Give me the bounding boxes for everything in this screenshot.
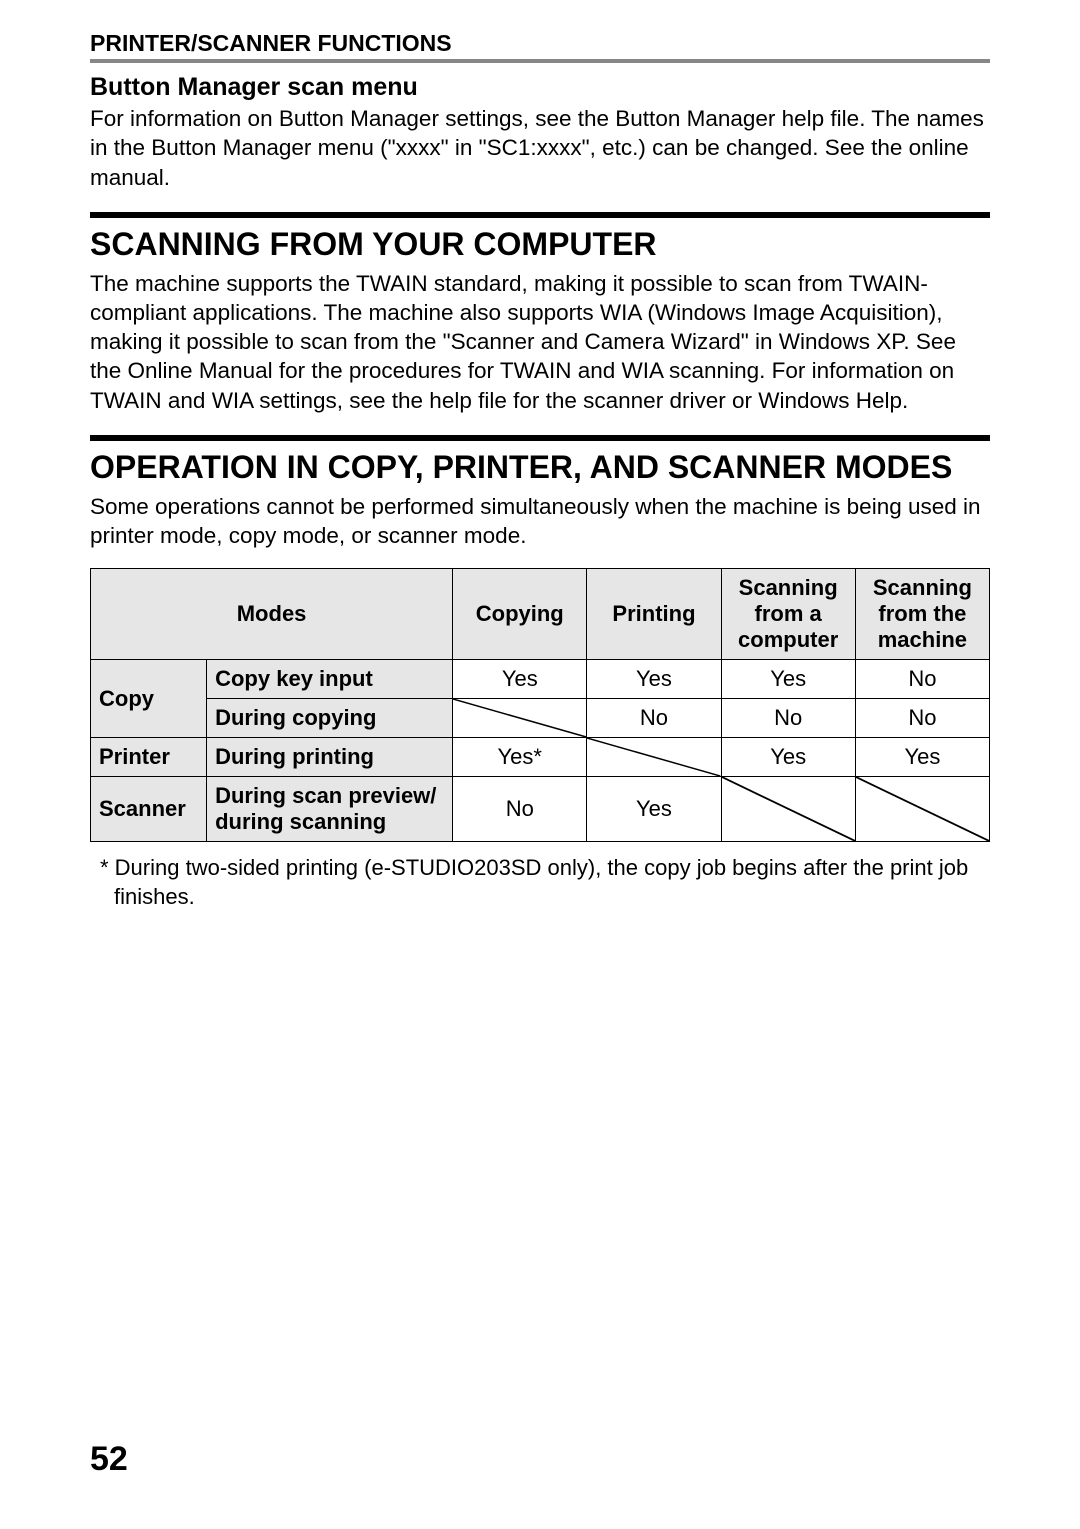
cell-diagonal (587, 738, 721, 777)
cell-value: No (587, 699, 721, 738)
table-header-row: Modes Copying Printing Scanning from a c… (91, 569, 990, 660)
row-group-scanner: Scanner (91, 777, 207, 842)
th-modes: Modes (91, 569, 453, 660)
th-printing: Printing (587, 569, 721, 660)
cell-value: No (721, 699, 855, 738)
page-header: PRINTER/SCANNER FUNCTIONS (90, 30, 990, 63)
row-state: During scan preview/ during scanning (207, 777, 453, 842)
subsection-title-button-manager: Button Manager scan menu (90, 73, 990, 102)
table-row: Scanner During scan preview/ during scan… (91, 777, 990, 842)
page-number: 52 (90, 1440, 128, 1479)
cell-value: Yes* (453, 738, 587, 777)
cell-value: Yes (855, 738, 989, 777)
row-state: During copying (207, 699, 453, 738)
row-state: During printing (207, 738, 453, 777)
modes-table: Modes Copying Printing Scanning from a c… (90, 568, 990, 842)
cell-value: Yes (587, 777, 721, 842)
row-state: Copy key input (207, 660, 453, 699)
cell-value: Yes (721, 660, 855, 699)
heading-scanning-computer: SCANNING FROM YOUR COMPUTER (90, 226, 990, 263)
table-row: Copy Copy key input Yes Yes Yes No (91, 660, 990, 699)
row-group-copy: Copy (91, 660, 207, 738)
cell-value: No (855, 660, 989, 699)
cell-diagonal (453, 699, 587, 738)
body-text-scanning-computer: The machine supports the TWAIN standard,… (90, 269, 990, 415)
cell-diagonal (855, 777, 989, 842)
divider-rule (90, 212, 990, 218)
footnote: * During two-sided printing (e-STUDIO203… (90, 854, 990, 911)
cell-value: Yes (587, 660, 721, 699)
th-scan-computer: Scanning from a computer (721, 569, 855, 660)
heading-operation-modes: OPERATION IN COPY, PRINTER, AND SCANNER … (90, 449, 990, 486)
table-row: During copying No No No (91, 699, 990, 738)
cell-value: No (453, 777, 587, 842)
th-copying: Copying (453, 569, 587, 660)
th-scan-machine: Scanning from the machine (855, 569, 989, 660)
row-group-printer: Printer (91, 738, 207, 777)
body-text-operation-modes: Some operations cannot be performed simu… (90, 492, 990, 551)
cell-diagonal (721, 777, 855, 842)
cell-value: Yes (721, 738, 855, 777)
divider-rule (90, 435, 990, 441)
body-text-button-manager: For information on Button Manager settin… (90, 104, 990, 192)
table-row: Printer During printing Yes* Yes Yes (91, 738, 990, 777)
cell-value: Yes (453, 660, 587, 699)
cell-value: No (855, 699, 989, 738)
